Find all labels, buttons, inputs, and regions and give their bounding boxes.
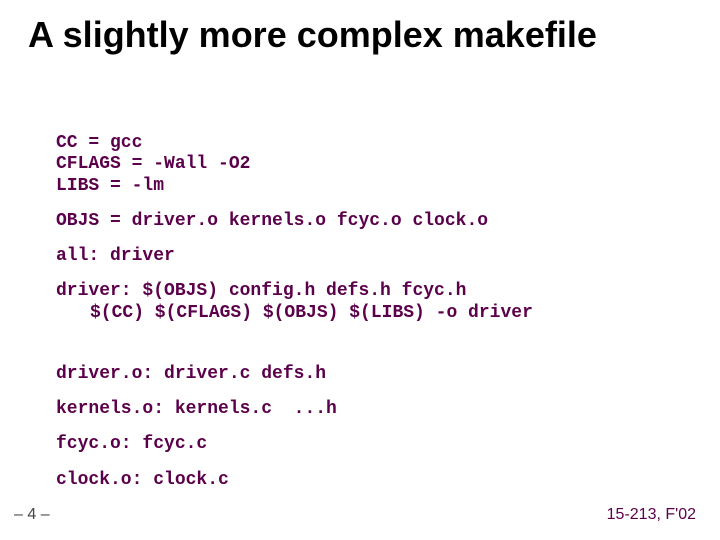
slide: A slightly more complex makefile CC = gc…	[0, 0, 720, 540]
spacer	[56, 385, 680, 399]
slide-title: A slightly more complex makefile	[28, 14, 700, 56]
code-line: clock.o: clock.c	[56, 470, 229, 490]
course-footer: 15-213, F'02	[607, 506, 696, 524]
spacer	[56, 267, 680, 281]
spacer	[56, 232, 680, 246]
spacer	[56, 456, 680, 470]
code-line: CC = gcc	[56, 133, 142, 153]
makefile-code: CC = gcc CFLAGS = -Wall -O2 LIBS = -lm O…	[56, 112, 680, 512]
code-line: LIBS = -lm	[56, 176, 164, 196]
code-line: OBJS = driver.o kernels.o fcyc.o clock.o	[56, 211, 488, 231]
spacer	[56, 197, 680, 211]
code-line: driver.o: driver.c defs.h	[56, 364, 326, 384]
spacer	[56, 420, 680, 434]
code-line-indented: $(CC) $(CFLAGS) $(OBJS) $(LIBS) -o drive…	[56, 303, 533, 323]
spacer	[56, 324, 680, 364]
code-line: driver: $(OBJS) config.h defs.h fcyc.h	[56, 281, 466, 301]
code-line: CFLAGS = -Wall -O2	[56, 154, 250, 174]
code-line: fcyc.o: fcyc.c	[56, 434, 207, 454]
page-number: – 4 –	[14, 506, 50, 524]
code-line: all: driver	[56, 246, 175, 266]
code-line: kernels.o: kernels.c ...h	[56, 399, 337, 419]
